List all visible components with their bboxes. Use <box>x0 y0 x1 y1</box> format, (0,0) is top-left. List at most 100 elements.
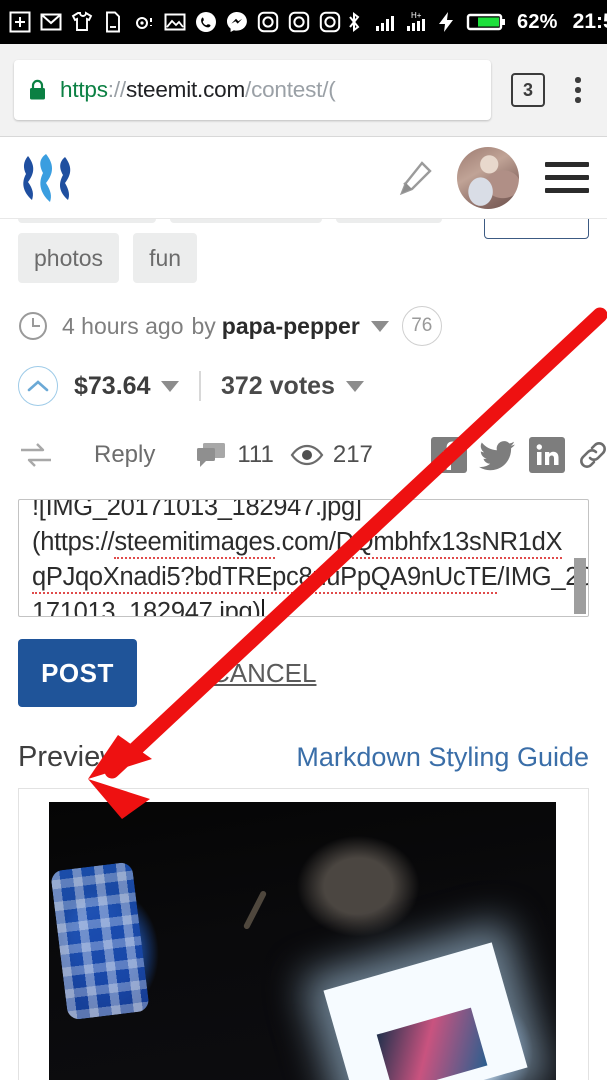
post-time: 4 hours ago <box>62 312 184 339</box>
instagram-icon <box>288 11 310 33</box>
disc-icon <box>136 17 152 29</box>
editor-line-2a: (https:// <box>32 528 115 556</box>
vote-count[interactable]: 372 votes <box>221 372 335 401</box>
linkedin-glyph <box>536 444 559 465</box>
post-page-body: photos fun 4 hours ago by papa-pepper 76… <box>0 219 607 1080</box>
payout-cents: .64 <box>115 371 151 400</box>
comment-icon <box>197 443 226 467</box>
editor-line-2c: .com/ <box>274 528 336 556</box>
document-icon <box>106 11 120 33</box>
photo-plaid-fabric <box>50 861 150 1021</box>
url-text: https://steemit.com/contest/( <box>60 77 336 103</box>
facebook-icon[interactable] <box>430 437 467 473</box>
svg-text:H+: H+ <box>411 11 422 20</box>
steemit-site-header <box>0 137 607 219</box>
post-author[interactable]: papa-pepper <box>222 313 360 340</box>
share-icons <box>430 437 607 473</box>
signal-hplus-icon: H+ <box>407 11 425 31</box>
follow-button[interactable] <box>484 219 589 239</box>
divider <box>199 371 201 401</box>
android-status-bar: H+ 62% 21:52 <box>0 0 607 44</box>
post-by-label: by <box>191 312 216 339</box>
user-avatar[interactable] <box>457 146 519 209</box>
view-count: 217 <box>332 441 373 468</box>
url-path: /contest/( <box>245 77 336 102</box>
editor-line-2b: steemitimages <box>114 528 275 559</box>
tag-row-clipped <box>0 219 607 239</box>
steemit-logo[interactable] <box>18 152 80 204</box>
chevron-down-icon[interactable] <box>161 380 180 392</box>
tag-pill-partial[interactable] <box>170 219 322 223</box>
text-cursor <box>261 599 264 616</box>
chevron-down-icon[interactable] <box>345 380 364 392</box>
bluetooth-icon <box>349 12 360 32</box>
linkedin-icon[interactable] <box>528 437 565 473</box>
tshirt-icon <box>71 11 93 31</box>
browser-menu-icon[interactable] <box>563 77 593 103</box>
clock-icon <box>19 312 47 340</box>
gmail-icon <box>40 13 62 31</box>
editor-line-1: ![IMG_20171013_182947.jpg] <box>32 499 362 521</box>
comment-count[interactable]: 111 <box>237 441 273 469</box>
chevron-down-icon[interactable] <box>370 320 389 332</box>
views-eye-icon <box>290 444 324 466</box>
tag-row: photos fun <box>0 233 607 283</box>
signal-bars-icon <box>376 16 394 31</box>
preview-photo <box>49 802 556 1080</box>
payout-amount: $73 <box>74 371 116 400</box>
pencil-icon[interactable] <box>395 158 435 198</box>
phone-call-icon <box>196 12 216 32</box>
url-host: steemit.com <box>125 77 246 102</box>
status-clock: 21:52 <box>572 10 607 33</box>
upvote-button[interactable] <box>18 366 58 406</box>
facebook-glyph <box>442 441 456 470</box>
reply-button[interactable]: Reply <box>94 441 155 469</box>
cancel-button[interactable]: CANCEL <box>211 658 316 689</box>
lock-icon <box>30 79 45 100</box>
twitter-icon[interactable] <box>478 439 517 471</box>
editor-button-row: POST CANCEL <box>0 639 607 707</box>
plus-box-icon <box>9 11 31 33</box>
status-system-icons: H+ 62% 21:52 <box>342 10 607 34</box>
link-icon[interactable] <box>577 439 607 471</box>
tag-pill-photos[interactable]: photos <box>18 233 120 283</box>
preview-header-row: Preview Markdown Styling Guide <box>0 741 607 774</box>
comment-editor: ![IMG_20171013_182947.jpg] (https://steem… <box>0 499 607 617</box>
editor-line-4: 171013_182947.jpg) <box>32 598 261 617</box>
post-payout-row: $73.64 372 votes <box>0 363 607 409</box>
tag-pill-fun[interactable]: fun <box>133 233 198 283</box>
browser-toolbar: https://steemit.com/contest/( 3 <box>0 44 607 137</box>
photo-laptop-screen <box>323 942 528 1080</box>
comment-textarea-content: ![IMG_20171013_182947.jpg] (https://steem… <box>19 499 588 617</box>
editor-line-3a: qPJqoXnadi5?bdTREpc8uuPpQA9nUcTE <box>32 563 498 594</box>
textarea-scrollbar[interactable] <box>574 558 586 614</box>
comment-textarea[interactable]: ![IMG_20171013_182947.jpg] (https://steem… <box>18 499 589 617</box>
markdown-styling-guide-link[interactable]: Markdown Styling Guide <box>296 742 589 773</box>
photo-stick <box>242 889 268 931</box>
battery-percent: 62% <box>517 10 558 33</box>
post-button[interactable]: POST <box>18 639 137 707</box>
hamburger-menu-icon[interactable] <box>545 162 589 193</box>
instagram-icon <box>319 11 341 33</box>
messenger-icon <box>227 12 247 32</box>
preview-label: Preview <box>18 741 122 773</box>
url-separator: :// <box>107 77 126 102</box>
photo-screen-content <box>376 1008 487 1080</box>
tag-pill-partial[interactable] <box>336 219 442 223</box>
post-meta-row: 4 hours ago by papa-pepper 76 <box>0 305 607 347</box>
chevron-up-icon <box>27 380 49 392</box>
tag-pill-partial[interactable] <box>18 219 156 223</box>
battery-icon <box>466 13 505 31</box>
author-reputation-badge: 76 <box>401 306 442 346</box>
preview-box <box>18 788 589 1080</box>
url-bar[interactable]: https://steemit.com/contest/( <box>14 60 491 120</box>
instagram-icon <box>257 11 279 33</box>
url-scheme: https <box>60 77 108 102</box>
post-action-row: Reply 111 217 <box>0 431 607 479</box>
charging-bolt-icon <box>439 12 453 32</box>
tab-counter-button[interactable]: 3 <box>511 73 545 107</box>
status-notification-icons <box>8 10 342 34</box>
resteem-icon[interactable] <box>18 440 54 470</box>
image-icon <box>164 13 186 31</box>
editor-line-2d: DQmbhfx13sNR1dX <box>335 528 563 559</box>
